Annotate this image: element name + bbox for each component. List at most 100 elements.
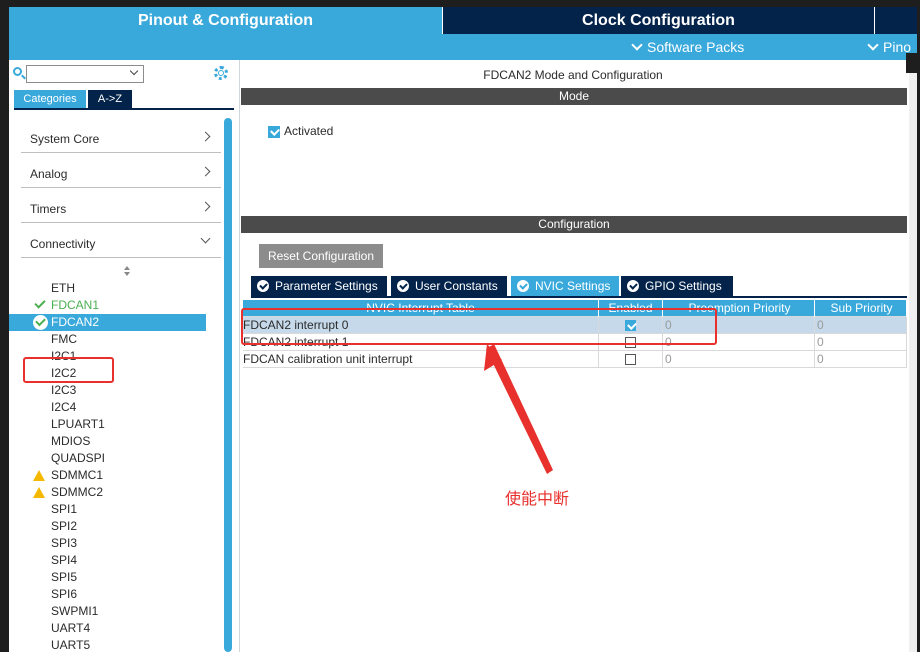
chevron-down-icon (200, 233, 211, 244)
tab-nvic-settings[interactable]: NVIC Settings (511, 276, 619, 296)
preemption-priority-cell[interactable]: 0 (663, 351, 815, 368)
category-connectivity[interactable]: Connectivity (21, 223, 221, 258)
tab-a-to-z[interactable]: A->Z (88, 90, 132, 108)
category-label: Analog (30, 167, 68, 181)
tab-clock-configuration[interactable]: Clock Configuration (442, 7, 874, 34)
chevron-down-icon (631, 39, 643, 51)
mode-config-title: FDCAN2 Mode and Configuration (483, 68, 663, 82)
peripheral-item-spi1[interactable]: SPI1 (32, 501, 222, 518)
peripheral-item-spi4[interactable]: SPI4 (32, 552, 222, 569)
top-tab-bar: Pinout & Configuration Clock Configurati… (9, 7, 917, 34)
peripheral-item-uart4[interactable]: UART4 (32, 620, 222, 637)
tab-divider (251, 296, 907, 298)
right-scrollbar[interactable] (909, 60, 917, 652)
chevron-right-icon (200, 166, 211, 177)
peripheral-item-spi2[interactable]: SPI2 (32, 518, 222, 535)
category-timers[interactable]: Timers (21, 188, 221, 223)
peripheral-item-spi3[interactable]: SPI3 (32, 535, 222, 552)
tab-more[interactable] (874, 7, 917, 34)
search-icon[interactable] (13, 67, 22, 76)
tab-gpio-settings[interactable]: GPIO Settings (621, 276, 733, 296)
peripheral-label: SDMMC2 (51, 485, 104, 499)
annotation-text: 使能中断 (505, 489, 570, 508)
peripheral-label: UART4 (51, 621, 91, 635)
sub-menu-bar: Software Packs Pino (9, 34, 917, 60)
tab-label: User Constants (415, 279, 498, 293)
tab-parameter-settings[interactable]: Parameter Settings (251, 276, 387, 296)
peripheral-label: I2C3 (51, 383, 77, 397)
activated-checkbox-row[interactable]: Activated (268, 124, 333, 138)
highlight-box-interrupt (241, 308, 717, 345)
gear-icon[interactable] (214, 66, 228, 80)
peripheral-label: I2C4 (51, 400, 77, 414)
check-circle-icon (257, 280, 269, 292)
peripheral-item-fmc[interactable]: FMC (32, 331, 222, 348)
tab-pinout-configuration[interactable]: Pinout & Configuration (9, 7, 442, 34)
tab-label: Parameter Settings (275, 279, 378, 293)
peripheral-item-spi5[interactable]: SPI5 (32, 569, 222, 586)
configuration-tabs: Parameter Settings User Constants NVIC S… (251, 276, 911, 296)
peripheral-label: MDIOS (51, 434, 91, 448)
check-icon (34, 297, 46, 309)
header-sub-priority[interactable]: Sub Priority (815, 300, 907, 317)
peripheral-item-quadspi[interactable]: QUADSPI (32, 450, 222, 467)
pinout-menu[interactable]: Pino (865, 34, 911, 60)
category-label: Connectivity (30, 237, 96, 251)
peripheral-item-swpmi1[interactable]: SWPMI1 (32, 603, 222, 620)
peripheral-item-spi6[interactable]: SPI6 (32, 586, 222, 603)
peripheral-item-eth[interactable]: ETH (32, 280, 222, 297)
stm32cubemx-window: Pinout & Configuration Clock Configurati… (9, 7, 917, 652)
tab-categories[interactable]: Categories (14, 90, 86, 108)
peripheral-item-fdcan1[interactable]: FDCAN1 (32, 297, 222, 314)
peripheral-item-uart5[interactable]: UART5 (32, 637, 222, 652)
sort-icon[interactable] (124, 266, 132, 276)
peripheral-item-sdmmc2[interactable]: SDMMC2 (32, 484, 222, 501)
search-row (9, 64, 240, 84)
peripheral-item-sdmmc1[interactable]: SDMMC1 (32, 467, 222, 484)
category-tabs: Categories A->Z (14, 90, 234, 108)
left-panel: Categories A->Z System Core Analog Timer… (9, 60, 240, 652)
activated-label: Activated (284, 124, 334, 138)
peripheral-item-fdcan2[interactable]: FDCAN2 (9, 314, 206, 331)
left-scrollbar[interactable] (224, 118, 232, 652)
table-row[interactable]: FDCAN calibration unit interrupt 0 0 (243, 351, 907, 368)
reset-configuration-button[interactable]: Reset Configuration (259, 244, 383, 268)
peripheral-label: SPI5 (51, 570, 78, 584)
peripheral-item-mdios[interactable]: MDIOS (32, 433, 222, 450)
peripheral-label: SWPMI1 (51, 604, 99, 618)
peripheral-label: ETH (51, 281, 75, 295)
mode-section-bar: Mode (241, 88, 907, 105)
sub-priority-cell[interactable]: 0 (815, 351, 907, 368)
chevron-down-icon[interactable] (127, 66, 141, 79)
enabled-checkbox[interactable] (625, 354, 636, 366)
peripheral-list: ETH FDCAN1 FDCAN2 FMC I2C1 I2C2 I2C3 I2C… (9, 280, 222, 652)
peripheral-label: FMC (51, 332, 77, 346)
peripheral-label: LPUART1 (51, 417, 105, 431)
peripheral-label: SPI1 (51, 502, 78, 516)
peripheral-label: UART5 (51, 638, 91, 652)
tab-user-constants[interactable]: User Constants (391, 276, 507, 296)
category-analog[interactable]: Analog (21, 153, 221, 188)
peripheral-label: SPI4 (51, 553, 78, 567)
highlight-box-fdcan2 (23, 357, 114, 383)
sub-priority-cell[interactable]: 0 (815, 317, 907, 334)
software-packs-menu[interactable]: Software Packs (629, 34, 744, 60)
warning-icon (33, 470, 45, 481)
category-system-core[interactable]: System Core (21, 118, 221, 153)
chevron-down-icon (867, 39, 879, 51)
peripheral-label: SDMMC1 (51, 468, 104, 482)
tab-label: NVIC Settings (535, 279, 611, 293)
sub-priority-cell[interactable]: 0 (815, 334, 907, 351)
peripheral-label: FDCAN1 (51, 298, 100, 312)
window-edge (906, 53, 920, 73)
interrupt-name: FDCAN calibration unit interrupt (243, 351, 599, 368)
category-label: Timers (30, 202, 67, 216)
activated-checkbox[interactable] (268, 125, 280, 138)
peripheral-item-lpuart1[interactable]: LPUART1 (32, 416, 222, 433)
check-circle-icon (627, 280, 639, 292)
configuration-section-bar: Configuration (241, 216, 907, 233)
peripheral-item-i2c3[interactable]: I2C3 (32, 382, 222, 399)
peripheral-item-i2c4[interactable]: I2C4 (32, 399, 222, 416)
chevron-right-icon (200, 201, 211, 212)
peripheral-label: SPI3 (51, 536, 78, 550)
